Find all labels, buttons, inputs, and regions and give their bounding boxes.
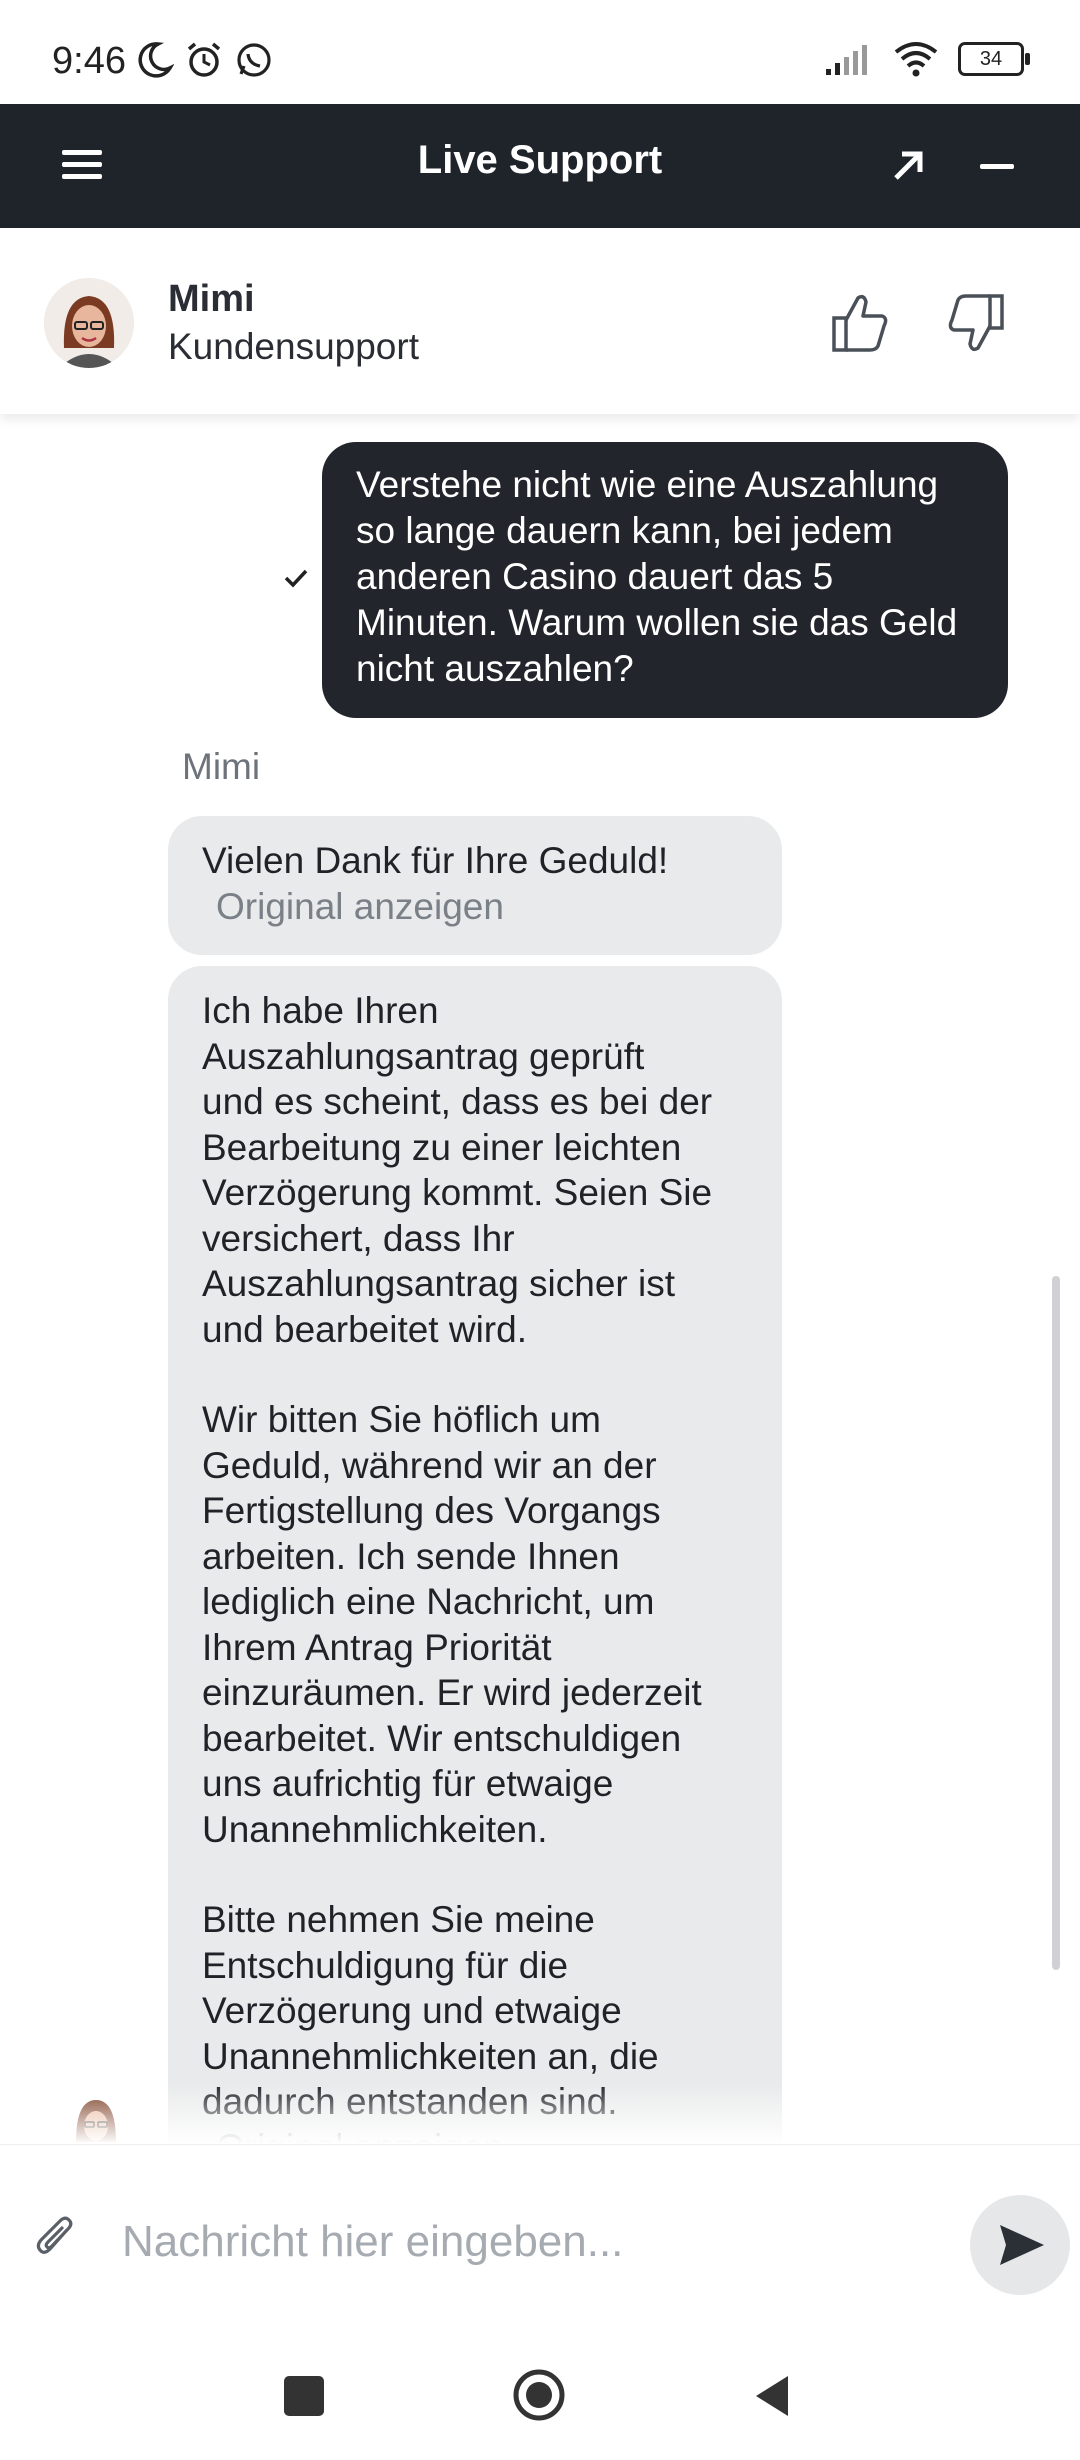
signal-icon xyxy=(826,45,867,75)
battery-icon: 34 xyxy=(958,42,1030,76)
agent-name: Mimi xyxy=(168,278,255,320)
sent-check-icon xyxy=(284,569,308,588)
status-icons-left xyxy=(134,40,274,80)
wifi-icon xyxy=(894,42,938,77)
status-icons-right: 34 xyxy=(824,40,1030,78)
message-composer xyxy=(0,2144,1080,2325)
thumbs-up-icon[interactable] xyxy=(830,290,890,356)
chat-scrollbar[interactable] xyxy=(1052,1276,1060,1970)
show-original-link[interactable]: Original anzeigen xyxy=(202,884,748,930)
minimize-icon[interactable] xyxy=(980,144,1016,188)
agent-avatar xyxy=(44,278,134,368)
agent-header: Mimi Kundensupport xyxy=(0,228,1080,414)
send-icon xyxy=(1000,2225,1044,2265)
moon-icon xyxy=(138,42,174,78)
agent-message-bubble: Vielen Dank für Ihre Geduld! Original an… xyxy=(168,816,782,955)
agent-role: Kundensupport xyxy=(168,326,419,367)
chat-area[interactable]: Verstehe nicht wie eine Auszahlung so la… xyxy=(0,414,1080,2144)
back-icon[interactable] xyxy=(752,2372,792,2420)
popout-arrow-icon[interactable] xyxy=(886,144,930,188)
paperclip-icon[interactable] xyxy=(34,2213,78,2263)
agent-sender-label: Mimi xyxy=(182,746,261,787)
battery-level: 34 xyxy=(979,47,1003,70)
message-input[interactable] xyxy=(120,2201,944,2283)
send-button[interactable] xyxy=(970,2195,1070,2295)
message-text: Vielen Dank für Ihre Geduld! xyxy=(202,840,669,881)
agent-message-bubble: Ich habe Ihren Auszahlungsantrag geprüft… xyxy=(168,966,782,2144)
whatsapp-icon xyxy=(237,43,271,77)
chat-fade xyxy=(0,2084,1080,2144)
message-paragraph: Wir bitten Sie höflich um Geduld, währen… xyxy=(202,1399,702,1850)
home-icon[interactable] xyxy=(512,2368,566,2422)
message-paragraph: Ich habe Ihren Auszahlungsantrag geprüft… xyxy=(202,990,713,1350)
thumbs-down-icon[interactable] xyxy=(946,290,1006,356)
recent-apps-icon[interactable] xyxy=(284,2376,324,2416)
app-header: Live Support xyxy=(0,104,1080,228)
alarm-icon xyxy=(187,42,221,77)
system-nav-bar xyxy=(0,2324,1080,2460)
user-message-bubble: Verstehe nicht wie eine Auszahlung so la… xyxy=(322,442,1008,718)
status-time: 9:46 xyxy=(52,40,126,82)
status-bar: 9:46 34 xyxy=(0,0,1080,104)
